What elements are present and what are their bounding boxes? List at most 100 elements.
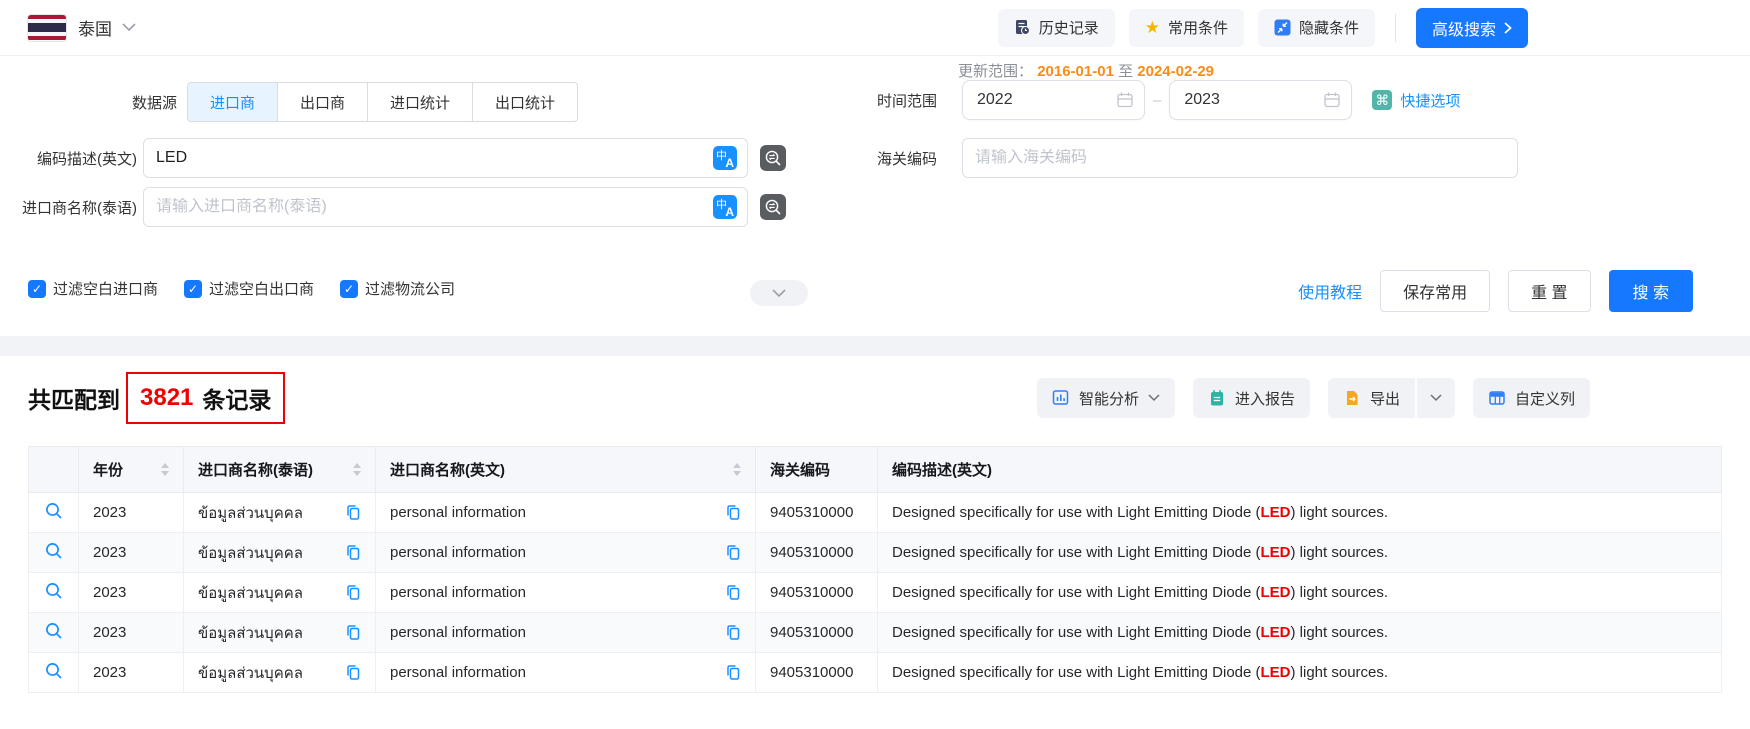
calendar-icon <box>1323 91 1341 109</box>
hide-conditions-button[interactable]: 隐藏条件 <box>1258 9 1375 47</box>
synonym-search-icon[interactable] <box>760 194 786 220</box>
translate-icon[interactable]: 中 A <box>713 146 737 170</box>
tutorial-link[interactable]: 使用教程 <box>1298 279 1362 303</box>
favorites-button[interactable]: ★ 常用条件 <box>1129 9 1244 47</box>
copy-icon[interactable] <box>725 584 741 601</box>
hs-code-value: 9405310000 <box>770 624 853 641</box>
search-detail-icon[interactable] <box>44 581 63 600</box>
importer-name-inputbox: 中 A <box>143 187 748 227</box>
results-section: 共匹配到 3821 条记录 智能分析 <box>0 356 1750 693</box>
search-detail-icon[interactable] <box>44 621 63 640</box>
custom-columns-button[interactable]: 自定义列 <box>1473 378 1590 418</box>
year-value: 2023 <box>93 624 126 641</box>
sort-icon[interactable] <box>733 463 741 476</box>
hs-code-cell: 9405310000 <box>756 573 878 613</box>
copy-icon[interactable] <box>345 624 361 641</box>
date-to-value: 2023 <box>1184 91 1220 109</box>
search-detail-icon[interactable] <box>44 541 63 560</box>
search-detail-icon[interactable] <box>44 661 63 680</box>
update-range-label: 更新范围： <box>958 63 1033 80</box>
reset-button[interactable]: 重 置 <box>1508 270 1590 312</box>
tab-import-stats[interactable]: 进口统计 <box>368 83 473 121</box>
desc-highlight: LED <box>1261 584 1291 601</box>
translate-icon[interactable]: 中 A <box>713 195 737 219</box>
history-button[interactable]: 历史记录 <box>998 9 1115 47</box>
enter-report-button[interactable]: 进入报告 <box>1193 378 1310 418</box>
time-range-label: 时间范围 <box>877 90 937 111</box>
tab-export-stats[interactable]: 出口统计 <box>473 83 577 121</box>
synonym-search-icon[interactable] <box>760 145 786 171</box>
sort-icon[interactable] <box>353 463 361 476</box>
chevron-down-icon <box>1430 394 1442 402</box>
code-desc-input[interactable] <box>156 149 713 167</box>
update-range-from: 2016-01-01 <box>1037 63 1114 80</box>
checkbox-checked-icon: ✓ <box>340 280 358 298</box>
desc-highlight: LED <box>1261 504 1291 521</box>
quick-options-button[interactable]: ⌘ 快捷选项 <box>1372 90 1460 111</box>
copy-icon[interactable] <box>725 624 741 641</box>
header-detail <box>29 447 79 493</box>
export-label: 导出 <box>1370 388 1400 409</box>
year-value: 2023 <box>93 504 126 521</box>
checkbox-checked-icon: ✓ <box>28 280 46 298</box>
year-value: 2023 <box>93 664 126 681</box>
copy-icon[interactable] <box>345 664 361 681</box>
importer-name-en-value: personal information <box>390 504 526 521</box>
name-en-cell: personal information <box>376 573 756 613</box>
smart-analysis-button[interactable]: 智能分析 <box>1037 378 1175 418</box>
export-icon <box>1343 389 1361 407</box>
copy-icon[interactable] <box>725 664 741 681</box>
header-desc: 编码描述(英文) <box>878 447 1722 493</box>
desc-cell: Designed specifically for use with Light… <box>878 573 1722 613</box>
hide-conditions-label: 隐藏条件 <box>1299 17 1359 38</box>
chevron-down-icon[interactable] <box>122 23 136 32</box>
year-cell: 2023 <box>79 613 184 653</box>
sort-icon[interactable] <box>161 463 169 476</box>
row-detail-cell <box>29 493 79 533</box>
desc-highlight: LED <box>1261 664 1291 681</box>
row-detail-cell <box>29 533 79 573</box>
code-desc-inputbox: 中 A <box>143 138 748 178</box>
advanced-search-button[interactable]: 高级搜索 <box>1416 8 1528 48</box>
copy-icon[interactable] <box>345 584 361 601</box>
save-conditions-button[interactable]: 保存常用 <box>1380 270 1490 312</box>
chevron-down-icon <box>1148 394 1160 402</box>
importer-name-input[interactable] <box>156 198 713 216</box>
name-en-cell: personal information <box>376 533 756 573</box>
header-hs-code: 海关编码 <box>756 447 878 493</box>
export-button[interactable]: 导出 <box>1328 378 1415 418</box>
copy-icon[interactable] <box>345 544 361 561</box>
name-en-cell: personal information <box>376 613 756 653</box>
filter-logistics-checkbox[interactable]: ✓ 过滤物流公司 <box>340 278 455 299</box>
hs-code-input[interactable] <box>975 149 1507 167</box>
date-to-input[interactable]: 2023 <box>1169 80 1352 120</box>
importer-name-en-value: personal information <box>390 584 526 601</box>
header-name-en: 进口商名称(英文) <box>376 447 756 493</box>
collapse-panel-button[interactable] <box>750 280 808 306</box>
export-options-button[interactable] <box>1417 378 1455 418</box>
copy-icon[interactable] <box>725 504 741 521</box>
filter-blank-exporter-checkbox[interactable]: ✓ 过滤空白出口商 <box>184 278 314 299</box>
copy-icon[interactable] <box>725 544 741 561</box>
search-detail-icon[interactable] <box>44 501 63 520</box>
columns-icon <box>1488 389 1506 407</box>
filter-label: 过滤物流公司 <box>365 278 455 299</box>
copy-icon[interactable] <box>345 504 361 521</box>
filter-blank-importer-checkbox[interactable]: ✓ 过滤空白进口商 <box>28 278 158 299</box>
table-row: 2023 ข้อมูลส่วนบุคคล personal informatio… <box>29 573 1722 613</box>
desc-text: Designed specifically for use with Light… <box>892 504 1261 521</box>
name-th-cell: ข้อมูลส่วนบุคคล <box>184 573 376 613</box>
name-en-cell: personal information <box>376 653 756 693</box>
header-name-en-label: 进口商名称(英文) <box>390 459 505 480</box>
date-from-input[interactable]: 2022 <box>962 80 1145 120</box>
tab-importers[interactable]: 进口商 <box>188 83 278 121</box>
country-selector-label[interactable]: 泰国 <box>78 15 112 40</box>
desc-text: Designed specifically for use with Light… <box>892 624 1261 641</box>
topbar: 泰国 历史记录 ★ 常用条件 <box>0 0 1750 56</box>
tab-exporters[interactable]: 出口商 <box>278 83 368 121</box>
match-count-prefix: 共匹配到 <box>28 381 120 415</box>
desc-text: ) light sources. <box>1291 624 1389 641</box>
search-button[interactable]: 搜 索 <box>1609 270 1693 312</box>
desc-text: Designed specifically for use with Light… <box>892 544 1261 561</box>
year-cell: 2023 <box>79 493 184 533</box>
